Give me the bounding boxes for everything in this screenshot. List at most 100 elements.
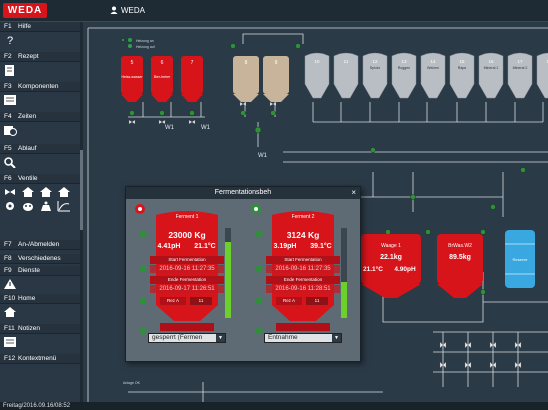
sidebar-item-f5[interactable]: F5 Ablauf [0,144,80,154]
tank-5[interactable]: 5 Heiss-wasser [121,56,143,102]
chart-icon[interactable] [57,200,71,212]
fermenter-2[interactable]: Ferment 2 3124 Kg 3.19pH 39.1°C Start Fe… [246,201,350,357]
sidebar-item-f11[interactable]: F11 Notizen [0,324,80,334]
level-bar [225,228,231,318]
start-fermentation-button[interactable]: Start Fermentation [150,256,224,264]
recipe-label: Rez A [160,297,186,305]
silo-name: Weizen [427,66,439,70]
w1-label-a: W1 [165,125,175,131]
tank-9[interactable]: 9 [263,56,289,102]
silo-18[interactable]: 18 [536,52,548,99]
function-key-label: F9 [4,267,12,274]
cow-icon[interactable] [21,200,35,212]
tank-6[interactable]: 6 Bier-treber [151,56,173,102]
home-icon[interactable] [3,306,17,318]
silo-11[interactable]: 11 [333,52,359,99]
tank-7[interactable]: 7 [181,56,203,102]
tank-6-name: Bier-treber [154,75,171,79]
valve-column [139,230,147,335]
silo-10[interactable]: 10 [304,52,330,99]
end-timestamp: 2016-09-16 11:28:51 [266,285,340,293]
house-icon[interactable] [21,186,35,198]
heizung-an-indicator [128,38,132,42]
level-fill [341,282,347,318]
sidebar-section-f5: F5 Ablauf [0,144,80,168]
valve-icon[interactable] [3,186,17,198]
user-indicator[interactable]: WEDA [110,6,145,15]
sidebar-icon-row [0,304,80,318]
faceplate-title: Fermentationsbeh [214,189,272,196]
house-icon-2[interactable] [39,186,53,198]
sidebar-icon-row [0,184,80,198]
waage2-weight: 89.5kg [449,254,471,261]
sidebar-item-f1[interactable]: F1 Hilfe [0,22,80,32]
close-icon[interactable]: × [351,187,356,199]
fermenter-name: Ferment 2 [291,214,315,220]
silo-name: Sprotz [370,66,381,70]
clock-calendar-icon[interactable] [3,124,17,136]
sidebar-item-f6[interactable]: F6 Ventile [0,174,80,184]
silo-14[interactable]: 14 Weizen [420,52,446,99]
sidebar-item-f7[interactable]: F7 An-/Abmelden [0,240,80,250]
sidebar-icon-row [0,276,80,290]
components-icon[interactable] [3,94,17,106]
silo-12[interactable]: 12 Sprotz [362,52,388,99]
recipe-value: 11 [306,297,328,305]
sidebar-item-label: Kontextmenü [18,355,57,362]
sidebar-section-f9: F9 Dienste [0,266,80,290]
help-icon[interactable]: ? [3,34,17,46]
silo-name: Mineral 1 [484,66,499,70]
silo-13[interactable]: 13 Roggen [391,52,417,99]
weda-logo: WEDA [3,3,47,18]
scale-tank-waage1[interactable]: Waage 1 22.1kg 21.1°C 4.90pH [361,234,421,298]
sidebar-icon-row [0,334,80,348]
level-fill [225,241,231,318]
scale-icon[interactable] [39,200,53,212]
sidebar-item-label: Home [18,295,36,302]
silo-name: Raps [458,66,467,70]
fermenter-weight: 3124 Kg [286,230,320,240]
end-fermentation-button[interactable]: Ende Fermentation [266,276,340,284]
chevron-down-icon[interactable]: ▼ [332,334,341,342]
silo-15[interactable]: 15 Raps [449,52,475,99]
silo-16[interactable]: 16 Mineral 1 [478,52,504,99]
sidebar-item-label: Ablauf [18,145,37,152]
sidebar-icon-row [0,62,80,76]
fermenter-state-select[interactable]: gesperrt (Fermen ▼ [148,333,226,343]
silo-name: Roggen [398,66,411,70]
sidebar-icon-row [0,198,80,212]
sidebar-item-label: Zeiten [18,113,37,120]
house-icon-3[interactable] [57,186,71,198]
sidebar-section-f4: F4 Zeiten [0,112,80,136]
agitator-icon[interactable] [250,203,262,215]
reserve-tank[interactable]: Reserve [505,230,535,288]
silo-17[interactable]: 17 Mineral 2 [507,52,533,99]
sidebar-icon-row [0,92,80,106]
end-fermentation-button[interactable]: Ende Fermentation [150,276,224,284]
notes-icon[interactable] [3,336,17,348]
agitator-icon[interactable] [134,203,146,215]
gear-flow-icon[interactable] [3,200,17,212]
w1-label-b: W1 [201,125,211,131]
magnifier-icon[interactable] [3,156,17,168]
function-key-label: F1 [4,23,12,30]
tank-8[interactable]: 8 [233,56,259,102]
silo-id: 14 [430,59,436,64]
recipe-icon[interactable] [3,64,17,76]
function-key-label: F4 [4,113,12,120]
fermenter-1[interactable]: Ferment 1 23000 Kg 4.41pH 21.1°C Start F… [130,201,234,357]
sidebar-item-f4[interactable]: F4 Zeiten [0,112,80,122]
sidebar-item-f8[interactable]: F8 Verschiedenes [0,254,80,264]
sidebar-item-f9[interactable]: F9 Dienste [0,266,80,276]
start-fermentation-button[interactable]: Start Fermentation [266,256,340,264]
silo-id: 16 [488,59,494,64]
scale-tank-waage2[interactable]: BrWas.W2 89.5kg [437,234,483,298]
warning-icon[interactable] [3,278,17,290]
start-timestamp: 2016-09-16 11:27:35 [266,265,340,273]
sidebar-item-f12[interactable]: F12 Kontextmenü [0,354,80,364]
sidebar-item-f3[interactable]: F3 Komponenten [0,82,80,92]
sidebar-item-f10[interactable]: F10 Home [0,294,80,304]
sidebar-item-f2[interactable]: F2 Rezept [0,52,80,62]
fermenter-state-select[interactable]: Entnahme ▼ [264,333,342,343]
chevron-down-icon[interactable]: ▼ [216,334,225,342]
